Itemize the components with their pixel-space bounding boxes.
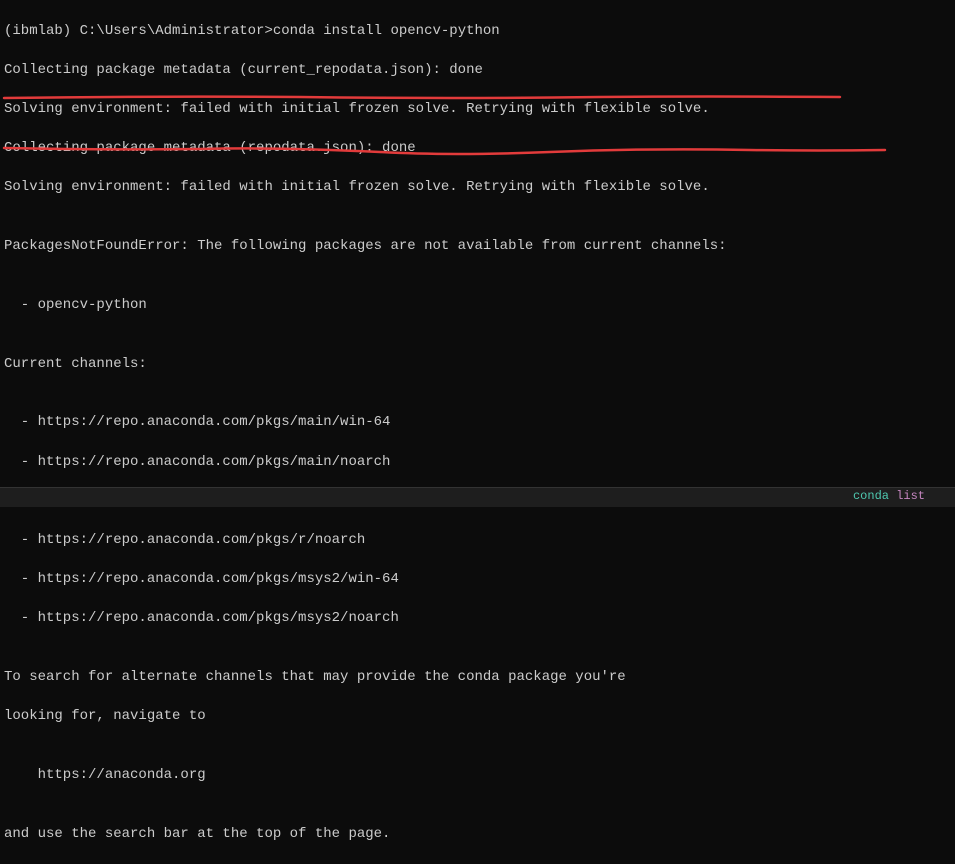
search-hint: and use the search bar at the top of the…: [4, 825, 951, 845]
search-hint: looking for, navigate to: [4, 707, 951, 727]
bottom-cmd-conda: conda: [853, 489, 889, 503]
channel-item: - https://repo.anaconda.com/pkgs/r/noarc…: [4, 531, 951, 551]
output-line: Solving environment: failed with initial…: [4, 178, 951, 198]
command-text: conda install opencv-python: [273, 23, 500, 39]
channel-item: - https://repo.anaconda.com/pkgs/main/no…: [4, 453, 951, 473]
channels-header: Current channels:: [4, 355, 951, 375]
package-item: - opencv-python: [4, 296, 951, 316]
channel-item: - https://repo.anaconda.com/pkgs/msys2/n…: [4, 609, 951, 629]
prompt-path: C:\Users\Administrator>: [80, 23, 273, 39]
bottom-cmd-list: list: [896, 489, 925, 503]
channel-item: - https://repo.anaconda.com/pkgs/main/wi…: [4, 413, 951, 433]
prompt-line: (ibmlab) C:\Users\Administrator>conda in…: [4, 22, 951, 42]
channel-item: - https://repo.anaconda.com/pkgs/msys2/w…: [4, 570, 951, 590]
bottom-bar-text: conda list: [853, 488, 925, 505]
error-header: PackagesNotFoundError: The following pac…: [4, 237, 951, 257]
output-line: Collecting package metadata (repodata.js…: [4, 139, 951, 159]
conda-env: (ibmlab): [4, 23, 71, 39]
output-line: Collecting package metadata (current_rep…: [4, 61, 951, 81]
terminal-output[interactable]: (ibmlab) C:\Users\Administrator>conda in…: [4, 2, 951, 864]
bottom-bar: conda list: [0, 487, 955, 507]
search-hint: To search for alternate channels that ma…: [4, 668, 951, 688]
output-line: Solving environment: failed with initial…: [4, 100, 951, 120]
search-url: https://anaconda.org: [4, 766, 951, 786]
